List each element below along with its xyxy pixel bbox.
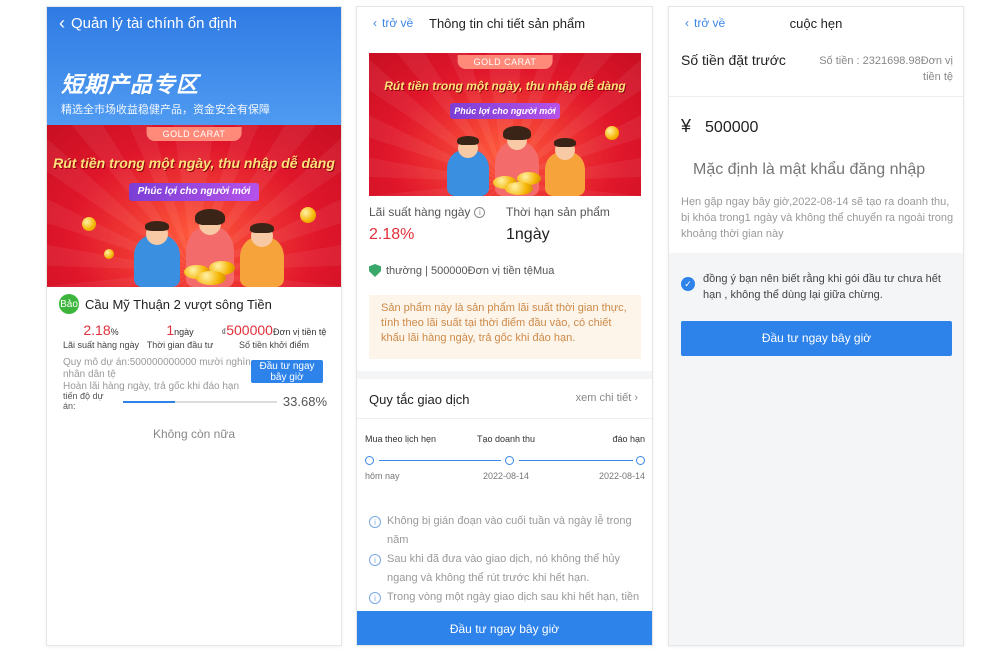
product-name: Cầu Mỹ Thuận 2 vượt sông Tiền (85, 296, 272, 312)
chevron-left-icon: ‹ (59, 13, 65, 33)
deposit-label: Số tiền đặt trước (681, 52, 786, 68)
rate-label: Lãi suất hàng ngày (62, 340, 140, 350)
product-list-screen: ‹ Quản lý tài chính ổn định 短期产品专区 精选全市场… (46, 6, 342, 646)
progress-fill (123, 401, 175, 403)
product-stats: 2.18% Lãi suất hàng ngày 1ngày Thời gian… (61, 322, 331, 352)
list-item: i Sau khi đã đưa vào giao dịch, nó không … (369, 550, 641, 588)
trading-rules-row[interactable]: Quy tắc giao dịch xem chi tiết › (357, 379, 652, 419)
invest-now-button[interactable]: Đầu tư ngay bây giờ (681, 321, 952, 356)
banner-slogan: Rút tiền trong một ngày, thu nhập dễ dàn… (384, 79, 626, 93)
progress-track (123, 401, 277, 403)
timeline-segment (379, 460, 501, 461)
term-value: 1ngày (506, 226, 550, 243)
check-circle-icon[interactable]: ✓ (681, 277, 695, 291)
zone-subtitle: 精选全市场收益稳健产品，资金安全有保障 (61, 104, 270, 116)
chevron-right-icon: › (634, 392, 638, 404)
timeline-date-1: hôm nay (365, 471, 400, 481)
timeline-dot (505, 456, 514, 465)
short-term-header: ‹ Quản lý tài chính ổn định 短期产品专区 精选全市场… (47, 7, 341, 125)
min-unit: Đơn vị tiền tệ (272, 327, 327, 337)
rate-value: 2.18 (83, 322, 111, 338)
back-label: Quản lý tài chính ổn định (71, 14, 237, 32)
info-icon: i (369, 516, 381, 528)
min-value: 500000 (226, 322, 273, 338)
balance-text: Số tiền : 2321698.98Đơn vị tiền tệ (819, 55, 953, 83)
term-value: 1 (166, 322, 175, 338)
shield-check-icon (369, 264, 381, 277)
project-scale: Quy mô dự án:500000000000 mười nghìn nhâ… (63, 357, 251, 380)
rule-notes: i Không bị gián đoạn vào cuối tuần và ngà… (369, 512, 641, 607)
confirm-area: ✓ đồng ý bạn nên biết rằng khi gói đầu t… (669, 253, 963, 645)
currency-symbol: ¥ (681, 116, 692, 136)
progress-percent: 33.68% (282, 394, 327, 409)
timeline-label-1: Mua theo lịch hẹn (365, 434, 437, 444)
timeline (365, 454, 645, 468)
rules-detail-link[interactable]: xem chi tiết (576, 392, 632, 404)
rule-note: Trong vòng một ngày giao dịch sau khi hế… (387, 591, 640, 603)
product-type: thường | 500000Đơn vị tiền tệMua (369, 264, 554, 277)
promo-banner[interactable]: GOLD CARAT Rút tiền trong một ngày, thu … (47, 125, 341, 287)
list-item: i Không bị gián đoạn vào cuối tuần và ngà… (369, 512, 641, 550)
password-input[interactable] (683, 155, 951, 185)
info-icon: i (369, 592, 381, 604)
timeline-date-3: 2022-08-14 (598, 471, 645, 481)
agreement-text: đồng ý bạn nên biết rằng khi gói đầu tư … (703, 273, 941, 301)
rate-value: 2.18% (369, 226, 415, 243)
appointment-screen: ‹ trở về cuộc hẹn Số tiền đặt trước Số t… (668, 6, 964, 646)
product-detail-screen: ‹ trở về Thông tin chi tiết sản phẩm GOL… (356, 6, 653, 646)
promo-banner: GOLD CARAT Rút tiền trong một ngày, thu … (369, 53, 641, 196)
back-link[interactable]: ‹ Quản lý tài chính ổn định (59, 14, 237, 32)
banner-ribbon: Phúc lợi cho người mới (129, 183, 259, 201)
invest-now-button[interactable]: Đầu tư ngay bây giờ (251, 360, 323, 383)
nav-bar: ‹ trở về Thông tin chi tiết sản phẩm (357, 7, 652, 41)
list-item: i Trong vòng một ngày giao dịch sau khi h… (369, 588, 641, 607)
page-title: cuộc hẹn (789, 16, 843, 31)
info-icon: i (369, 554, 381, 566)
timeline-segment (519, 460, 633, 461)
project-progress: tiến độ dự án: 33.68% (63, 391, 327, 411)
invest-now-button[interactable]: Đầu tư ngay bây giờ (357, 611, 652, 645)
zone-title: 短期产品专区 (61, 73, 200, 98)
timeline-dot (636, 456, 645, 465)
nav-bar: ‹ trở về cuộc hẹn (669, 7, 963, 41)
rate-unit: % (110, 327, 119, 337)
type-text: thường | 500000Đơn vị tiền tệMua (386, 264, 555, 277)
no-more-text: Không còn nữa (152, 427, 236, 441)
product-note: Sản phẩm này là sản phẩm lãi suất thời g… (369, 295, 641, 359)
rate-label: Lãi suất hàng ngày (369, 205, 471, 219)
product-metrics: Lãi suất hàng ngày i 2.18% Thời hạn sản … (369, 205, 641, 253)
chevron-left-icon: ‹ (373, 16, 377, 30)
banner-tag: GOLD CARAT (146, 127, 242, 141)
banner-illustration (64, 207, 324, 287)
banner-illustration (385, 124, 625, 196)
term-label: Thời hạn sản phẩm (506, 205, 610, 219)
agreement-row[interactable]: ✓ đồng ý bạn nên biết rằng khi gói đầu t… (681, 271, 951, 303)
section-divider (357, 371, 652, 379)
min-label: Số tiền khởi điểm (239, 340, 309, 350)
amount-field[interactable]: ¥ 500000 (681, 116, 758, 137)
lock-description: Hẹn gặp ngay bây giờ,2022-08-14 sẽ tạo r… (681, 196, 954, 240)
rules-title: Quy tắc giao dịch (369, 392, 470, 407)
deposit-row: Số tiền đặt trước Số tiền : 2321698.98Đơ… (669, 41, 963, 97)
rule-note: Không bị gián đoạn vào cuối tuần và ngày… (387, 515, 632, 546)
amount-value: 500000 (705, 119, 759, 136)
back-label: trở về (382, 16, 414, 30)
rule-note: Sau khi đã đưa vào giao dịch, nó không t… (387, 553, 621, 584)
timeline-label-3: đáo hạn (612, 434, 645, 444)
banner-tag: GOLD CARAT (457, 55, 553, 69)
term-label: Thời gian đầu tư (146, 340, 214, 350)
term-unit: ngày (174, 327, 194, 337)
banner-ribbon: Phúc lợi cho người mới (450, 103, 560, 119)
banner-slogan: Rút tiền trong một ngày, thu nhập dễ dàn… (53, 155, 335, 171)
info-icon[interactable]: i (474, 206, 486, 218)
timeline-label-2: Tạo doanh thu (477, 434, 536, 444)
timeline-date-2: 2022-08-14 (483, 471, 530, 481)
timeline-dot (365, 456, 374, 465)
progress-label: tiến độ dự án: (63, 391, 104, 411)
back-link[interactable]: ‹ trở về (373, 16, 413, 30)
guarantee-badge: Bảo (59, 294, 79, 314)
page-title: Thông tin chi tiết sản phẩm (429, 16, 586, 31)
